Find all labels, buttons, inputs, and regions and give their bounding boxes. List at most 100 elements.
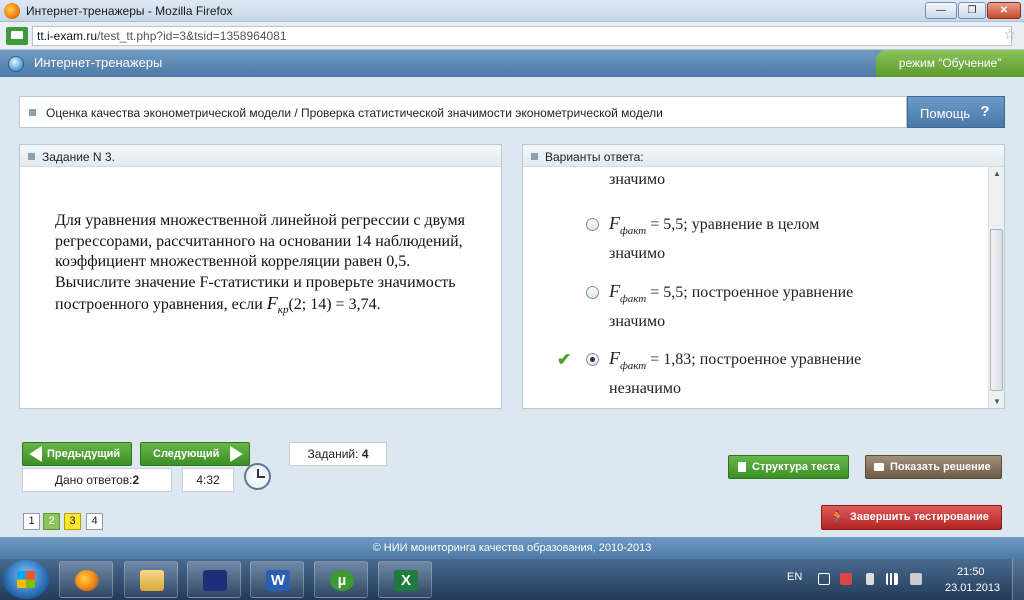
answer-option-line2: значимо xyxy=(609,245,666,262)
scroll-up-icon[interactable]: ▲ xyxy=(993,169,1001,178)
answered-count-box: Дано ответов:2 xyxy=(22,468,172,492)
floppy-disk-icon xyxy=(203,570,227,591)
tray-signal-icon[interactable] xyxy=(886,573,898,585)
answer-radio[interactable] xyxy=(586,286,599,299)
task-text: Для уравнения множественной линейной рег… xyxy=(55,211,475,321)
answer-var: F xyxy=(609,213,620,233)
tray-battery-icon[interactable] xyxy=(866,573,874,585)
answer-value: = 1,83 xyxy=(646,351,692,368)
answer-var: F xyxy=(609,348,620,368)
bookmark-star-icon[interactable]: ☆ xyxy=(1003,26,1016,43)
scroll-down-icon[interactable]: ▼ xyxy=(993,397,1001,406)
taskbar-firefox[interactable] xyxy=(59,561,113,598)
help-button[interactable]: Помощь ? xyxy=(907,96,1005,128)
answer-radio[interactable] xyxy=(586,218,599,231)
url-field[interactable]: tt.i-exam.ru/test_tt.php?id=3&tsid=13589… xyxy=(32,26,1012,46)
excel-icon: X xyxy=(394,570,418,591)
tasks-count: 4 xyxy=(361,447,369,461)
show-solution-button[interactable]: Показать решение xyxy=(865,455,1002,479)
bullet-square-icon xyxy=(531,153,538,160)
app-name: Интернет-тренажеры xyxy=(34,55,163,70)
firefox-icon xyxy=(4,3,20,19)
help-label: Помощь xyxy=(920,106,971,121)
answer-option-line1: Fфакт = 1,83; построенное уравнение xyxy=(609,348,861,372)
next-label: Следующий xyxy=(153,448,220,460)
answer-option-line2: значимо xyxy=(609,171,666,188)
answer-value: = 5,5 xyxy=(646,284,684,301)
start-button[interactable] xyxy=(3,560,49,599)
correct-check-icon: ✔ xyxy=(557,350,572,369)
answer-option-line2: значимо xyxy=(609,313,666,330)
answer-option-line1: Fфакт = 5,5; построенное уравнение xyxy=(609,281,853,305)
mode-badge: режим “Обучение” xyxy=(876,50,1024,77)
scrollbar-thumb[interactable] xyxy=(990,229,1003,391)
structure-label: Структура теста xyxy=(752,461,841,473)
answered-label: Дано ответов: xyxy=(54,473,133,487)
bullet-square-icon xyxy=(29,109,36,116)
answer-sub: факт xyxy=(620,225,647,237)
maximize-button[interactable]: ❐ xyxy=(958,2,986,19)
answered-count: 2 xyxy=(132,473,140,487)
taskbar-time[interactable]: 21:50 xyxy=(957,566,985,578)
timer: 4:32 xyxy=(182,468,234,492)
question-icon: ? xyxy=(980,103,990,120)
page-button-2[interactable]: 2 xyxy=(43,513,60,530)
breadcrumb-text: Оценка качества эконометрической модели … xyxy=(46,106,663,120)
firefox-icon xyxy=(75,570,99,591)
site-identity-icon[interactable] xyxy=(6,27,28,45)
arrow-left-icon xyxy=(29,446,42,462)
page-button-4[interactable]: 4 xyxy=(86,513,103,530)
formula-args: (2; 14) = 3,74. xyxy=(288,296,381,313)
window-titlebar: Интернет-тренажеры - Mozilla Firefox — ❐… xyxy=(0,0,1024,22)
page-button-3[interactable]: 3 xyxy=(64,513,81,530)
task-panel: Задание N 3. Для уравнения множественной… xyxy=(19,144,502,409)
answer-text: ; построенное уравнение xyxy=(683,284,854,301)
taskbar-word[interactable]: W xyxy=(250,561,304,598)
answer-sub: факт xyxy=(620,360,647,372)
formula-var: F xyxy=(266,293,278,313)
tray-flag-icon[interactable] xyxy=(818,573,830,585)
next-button[interactable]: Следующий xyxy=(140,442,250,466)
taskbar-explorer[interactable] xyxy=(124,561,178,598)
tasks-count-box: Заданий: 4 xyxy=(289,442,387,466)
bullet-square-icon xyxy=(28,153,35,160)
answer-value: = 5,5 xyxy=(646,216,684,233)
answer-text: ; построенное уравнение xyxy=(691,351,862,368)
runner-icon: 🏃 xyxy=(830,510,845,524)
prev-button[interactable]: Предыдущий xyxy=(22,442,132,466)
breadcrumb: Оценка качества эконометрической модели … xyxy=(19,96,907,128)
url-path: /test_tt.php?id=3&tsid=1358964081 xyxy=(97,29,287,43)
answer-var: F xyxy=(609,281,620,301)
app-header: Интернет-тренажеры режим “Обучение” xyxy=(0,50,1024,77)
windows-logo-icon xyxy=(17,571,35,588)
formula-sub: кр xyxy=(277,304,289,316)
answer-option-line2: незначимо xyxy=(609,380,681,397)
answer-radio-selected[interactable] xyxy=(586,353,599,366)
taskbar-floppy[interactable] xyxy=(187,561,241,598)
tray-volume-icon[interactable] xyxy=(910,573,922,585)
finish-test-button[interactable]: 🏃 Завершить тестирование xyxy=(821,505,1002,530)
solution-label: Показать решение xyxy=(890,461,991,473)
folder-icon xyxy=(140,570,164,591)
show-desktop-button[interactable] xyxy=(1012,559,1024,600)
utorrent-icon: µ xyxy=(330,570,354,591)
answer-text: ; уравнение в целом xyxy=(683,216,820,233)
language-indicator[interactable]: EN xyxy=(787,571,802,583)
taskbar-date[interactable]: 23.01.2013 xyxy=(945,582,1000,594)
tray-alert-icon[interactable] xyxy=(840,573,852,585)
answer-options-list: значимо Fфакт = 5,5; уравнение в целом з… xyxy=(523,167,988,408)
test-structure-button[interactable]: Структура теста xyxy=(728,455,849,479)
task-number: Задание N 3. xyxy=(42,150,115,164)
close-button[interactable]: ✕ xyxy=(987,2,1021,19)
minimize-button[interactable]: — xyxy=(925,2,957,19)
address-bar: tt.i-exam.ru/test_tt.php?id=3&tsid=13589… xyxy=(0,22,1024,50)
url-domain: tt.i-exam.ru xyxy=(37,29,98,43)
page-footer: © НИИ мониторинга качества образования, … xyxy=(0,537,1024,559)
answers-panel-header: Варианты ответа: xyxy=(523,145,1004,167)
page-button-1[interactable]: 1 xyxy=(23,513,40,530)
answers-scrollbar[interactable]: ▲ ▼ xyxy=(988,167,1004,408)
prev-label: Предыдущий xyxy=(47,448,121,460)
taskbar-excel[interactable]: X xyxy=(378,561,432,598)
taskbar-utorrent[interactable]: µ xyxy=(314,561,368,598)
task-panel-header: Задание N 3. xyxy=(20,145,501,167)
